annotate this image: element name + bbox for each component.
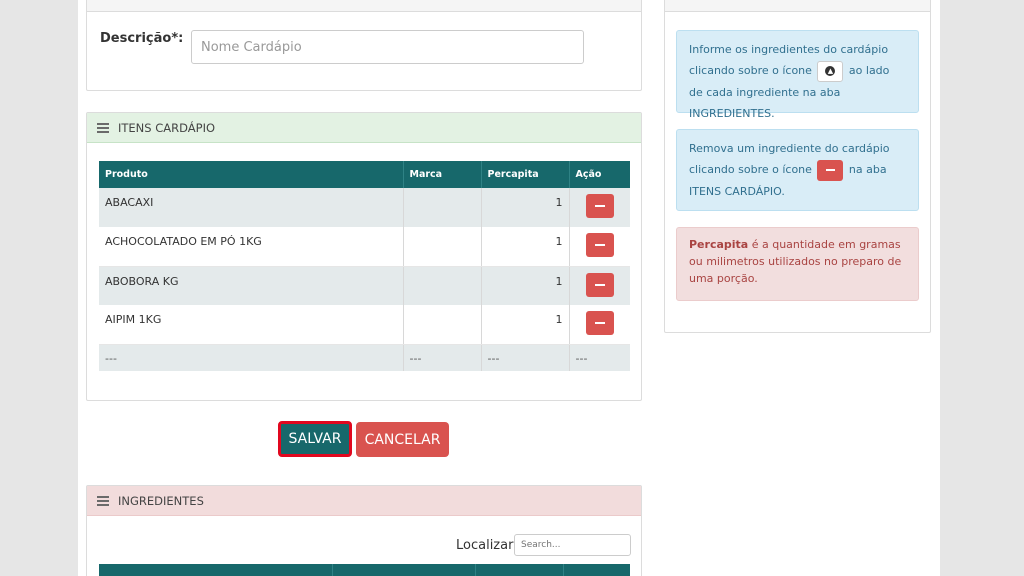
remove-item-button[interactable] [585, 233, 614, 257]
descricao-panel-header [87, 0, 641, 12]
descricao-panel: Descrição*: [86, 0, 642, 91]
arrow-circle-up-icon: ▲ [825, 66, 836, 76]
cell-produto: ACHOCOLATADO EM PÓ 1KG [99, 227, 404, 267]
minus-icon [594, 322, 605, 324]
minus-icon [594, 283, 605, 286]
table-row: ABOBORA KG 1 [99, 266, 630, 305]
minus-icon [825, 169, 835, 171]
table-row: ABACAXI 1 [99, 188, 630, 227]
itens-cardapio-header: ITENS CARDÁPIO [87, 113, 641, 143]
cell-empty: --- [481, 344, 570, 371]
table-row-empty: --- --- --- --- [99, 344, 630, 371]
search-label: Localizar: [456, 538, 518, 553]
column-header-marca[interactable]: Marca [403, 161, 482, 188]
cancel-button[interactable]: CANCELAR [356, 422, 449, 457]
cell-empty: --- [569, 344, 630, 371]
page: Descrição*: ITENS CARDÁPIO Produto Marca… [78, 0, 940, 576]
table-row: AIPIM 1KG 1 [99, 305, 630, 345]
cell-produto: ABACAXI [99, 188, 404, 227]
column-header-acao: Ação [569, 161, 630, 188]
minus-icon [594, 244, 605, 246]
descricao-label: Descrição*: [100, 31, 184, 46]
itens-cardapio-title: ITENS CARDÁPIO [118, 120, 216, 135]
cell-percapita: 1 [481, 305, 570, 345]
remove-icon-example [817, 159, 844, 181]
itens-cardapio-panel: ITENS CARDÁPIO Produto Marca Percapita A… [86, 112, 642, 401]
help-sidebar: Informe os ingredientes do cardápio clic… [664, 0, 931, 333]
column-header-produto[interactable]: Produto [99, 161, 404, 188]
cell-produto: AIPIM 1KG [99, 305, 404, 345]
itens-cardapio-table: Produto Marca Percapita Ação ABACAXI 1 A… [99, 161, 630, 371]
column-header-percapita[interactable]: Percapita [481, 161, 570, 188]
alert-add-ingredient: Informe os ingredientes do cardápio clic… [676, 30, 919, 120]
cell-percapita: 1 [481, 227, 570, 267]
cell-marca [403, 227, 482, 267]
cell-marca [403, 305, 482, 345]
help-sidebar-header [665, 0, 930, 12]
ingredientes-table-header [99, 564, 630, 576]
alert-percapita: Percapita é a quantidade em gramas ou mi… [676, 227, 919, 301]
minus-icon [594, 205, 605, 207]
save-button[interactable]: SALVAR [278, 421, 352, 457]
search-input[interactable] [514, 534, 631, 556]
cell-empty: --- [403, 344, 482, 371]
ingredientes-title: INGREDIENTES [118, 493, 204, 508]
cell-produto: ABOBORA KG [99, 266, 404, 305]
list-icon [97, 123, 109, 133]
cell-percapita: 1 [481, 188, 570, 227]
cell-empty: --- [99, 344, 404, 371]
remove-item-button[interactable] [585, 194, 614, 218]
cell-marca [403, 188, 482, 227]
cell-marca [403, 266, 482, 305]
list-icon [97, 496, 109, 506]
add-icon-example: ▲ [817, 60, 844, 82]
remove-item-button[interactable] [585, 272, 614, 297]
table-row: ACHOCOLATADO EM PÓ 1KG 1 [99, 227, 630, 267]
cell-percapita: 1 [481, 266, 570, 305]
ingredientes-panel: INGREDIENTES Localizar: [86, 485, 642, 576]
percapita-term: Percapita [689, 238, 749, 251]
remove-item-button[interactable] [585, 311, 614, 335]
nome-cardapio-input[interactable] [191, 30, 584, 64]
ingredientes-header: INGREDIENTES [87, 486, 641, 516]
alert-remove-ingredient: Remova um ingrediente do cardápio clican… [676, 129, 919, 211]
